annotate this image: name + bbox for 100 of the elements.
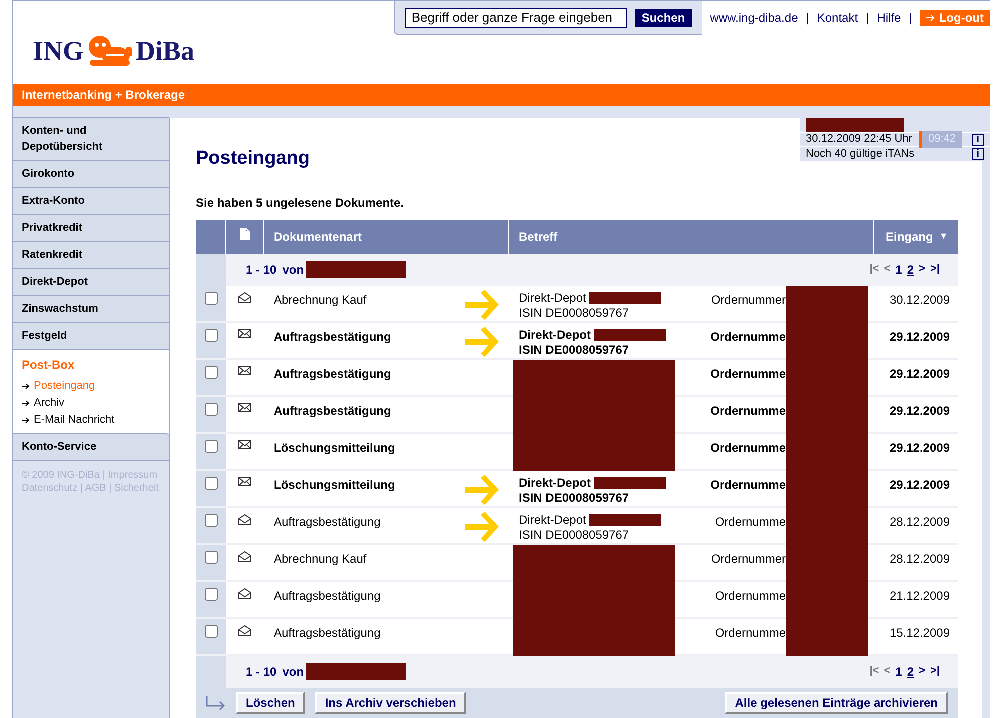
closed-envelope-icon: [238, 476, 252, 486]
table-row[interactable]: Auftragsbestätigung Ordernumme 15.12.2009: [196, 618, 958, 656]
sidebar-item[interactable]: Zinswachstum: [13, 295, 169, 323]
order-number-label: Ordernumme: [715, 588, 786, 604]
next-page-button[interactable]: >: [919, 261, 926, 278]
document-type: Auftragsbestätigung: [274, 328, 392, 346]
subject-text: ISIN DE0008059767: [519, 528, 630, 542]
sidebar-item[interactable]: Konto-Service: [13, 433, 169, 461]
search-button[interactable]: Suchen: [634, 8, 692, 26]
closed-envelope-icon: [238, 440, 252, 450]
sidebar-item[interactable]: Konten- und Depotübersicht: [13, 117, 169, 161]
header-link[interactable]: www.ing-diba.de: [710, 9, 798, 27]
order-number-label: Ordernummer: [711, 550, 786, 568]
previous-page-button[interactable]: <: [884, 663, 891, 680]
page-link[interactable]: 1: [896, 662, 902, 680]
row-checkbox[interactable]: [204, 624, 218, 638]
received-date: 30.12.2009: [888, 292, 951, 308]
closed-envelope-icon: [238, 366, 252, 376]
sidebar-item[interactable]: Privatkredit: [13, 214, 169, 242]
header-link[interactable]: Kontakt: [817, 9, 858, 27]
sidebar-item[interactable]: Girokonto: [13, 160, 169, 188]
action-button[interactable]: Ins Archiv verschieben: [315, 692, 466, 714]
open-envelope-icon: [238, 588, 252, 600]
received-date: 28.12.2009: [888, 550, 951, 568]
row-checkbox[interactable]: [204, 550, 218, 564]
sidebar-item[interactable]: Festgeld: [13, 322, 169, 350]
sidebar-item[interactable]: Ratenkredit: [13, 241, 169, 269]
arrow-right-icon: [22, 383, 30, 390]
table-row[interactable]: Auftragsbestätigung Ordernumme 29.12.2009: [196, 396, 958, 434]
subject-text: Direkt-Depot: [519, 512, 586, 528]
order-number-label: Ordernumme: [710, 476, 786, 494]
table-row[interactable]: Abrechnung Kauf Direkt-Depot ISIN DE0008059767 Ordernummer 30.12.2009: [196, 286, 958, 322]
page-link[interactable]: 2: [907, 260, 914, 278]
document-type: Auftragsbestätigung: [274, 402, 392, 420]
page-link[interactable]: 1: [896, 260, 902, 278]
table-row[interactable]: Löschungsmitteilung Ordernumme 29.12.2009: [196, 434, 958, 470]
document-type: Auftragsbestätigung: [274, 624, 381, 642]
last-page-button[interactable]: >|: [930, 663, 940, 680]
subject-text: ISIN DE0008059767: [519, 490, 630, 506]
received-date: 15.12.2009: [888, 624, 951, 642]
result-of: von: [282, 664, 304, 680]
sidebar-item[interactable]: Extra-Konto: [13, 187, 169, 215]
open-envelope-icon: [238, 514, 252, 526]
banner-bar: Internetbanking + Brokerage: [13, 84, 990, 106]
received-date: 29.12.2009: [888, 476, 951, 494]
row-checkbox[interactable]: [204, 514, 218, 526]
row-checkbox[interactable]: [204, 588, 218, 600]
subject-text: Direkt-Depot: [519, 476, 592, 490]
corner-arrow-icon: [206, 696, 226, 710]
sort-indicator: ▼: [939, 230, 948, 243]
row-checkbox[interactable]: [204, 476, 218, 490]
info-button[interactable]: i: [972, 148, 984, 160]
unread-summary: Sie haben 5 ungelesene Dokumente.: [196, 194, 406, 212]
sidebar-subitem[interactable]: Archiv: [22, 395, 160, 412]
arrow-right-icon: [926, 14, 936, 22]
last-page-button[interactable]: >|: [930, 261, 940, 278]
sidebar-item[interactable]: Direkt-Depot: [13, 268, 169, 296]
result-range: 1 - 10: [246, 262, 277, 278]
document-type: Auftragsbestätigung: [274, 366, 392, 382]
header-link[interactable]: Hilfe: [877, 9, 902, 27]
lion-logo-icon: [86, 34, 134, 68]
page-link[interactable]: 2: [907, 662, 914, 680]
previous-page-button[interactable]: <: [884, 261, 891, 278]
row-checkbox[interactable]: [204, 328, 218, 342]
link-separator: |: [909, 10, 912, 27]
document-type: Abrechnung Kauf: [274, 292, 367, 308]
row-checkbox[interactable]: [204, 366, 218, 378]
document-type: Abrechnung Kauf: [274, 550, 367, 568]
order-number-label: Ordernumme: [715, 624, 786, 642]
table-row[interactable]: Auftragsbestätigung Ordernumme 29.12.2009: [196, 360, 958, 396]
result-of: von: [282, 262, 304, 278]
row-checkbox[interactable]: [204, 440, 218, 452]
column-header[interactable]: Eingang ▼: [874, 220, 958, 254]
search-field[interactable]: Begriff oder ganze Frage eingeben: [404, 8, 627, 28]
logo-text: DiBa: [136, 35, 195, 68]
received-date: 28.12.2009: [888, 514, 951, 530]
action-button[interactable]: Löschen: [236, 692, 306, 714]
order-number-label: Ordernumme: [715, 514, 786, 530]
session-timer: 09:42: [919, 131, 962, 148]
row-checkbox[interactable]: [204, 292, 218, 304]
closed-envelope-icon: [238, 402, 252, 412]
table-row[interactable]: Abrechnung Kauf Ordernummer 28.12.2009: [196, 544, 958, 582]
itan-count: Noch 40 gültige iTANs: [806, 146, 915, 162]
row-checkbox[interactable]: [204, 402, 218, 416]
document-type: Löschungsmitteilung: [274, 476, 396, 494]
arrow-right-icon: [22, 417, 30, 424]
arrow-right-icon: [22, 400, 30, 407]
archive-all-button[interactable]: Alle gelesenen Einträge archivieren: [725, 692, 948, 714]
first-page-button[interactable]: |<: [870, 261, 880, 278]
next-page-button[interactable]: >: [919, 663, 926, 680]
table-row[interactable]: Löschungsmitteilung Direkt-Depot ISIN DE0008059767 Ordernumme 29.12.2009: [196, 470, 958, 508]
received-date: 29.12.2009: [888, 402, 951, 420]
link-separator: |: [806, 10, 810, 27]
first-page-button[interactable]: |<: [870, 663, 880, 680]
document-type: Auftragsbestätigung: [274, 588, 381, 604]
sidebar-subitem[interactable]: E-Mail Nachricht: [22, 412, 160, 429]
received-date: 29.12.2009: [888, 366, 951, 382]
table-row[interactable]: Auftragsbestätigung Ordernumme 21.12.2009: [196, 582, 958, 618]
table-row[interactable]: Auftragsbestätigung Direkt-Depot ISIN DE0008059767 Ordernumme 28.12.2009: [196, 508, 958, 544]
table-row[interactable]: Auftragsbestätigung Direkt-Depot ISIN DE0008059767 Ordernumme 29.12.2009: [196, 322, 958, 360]
